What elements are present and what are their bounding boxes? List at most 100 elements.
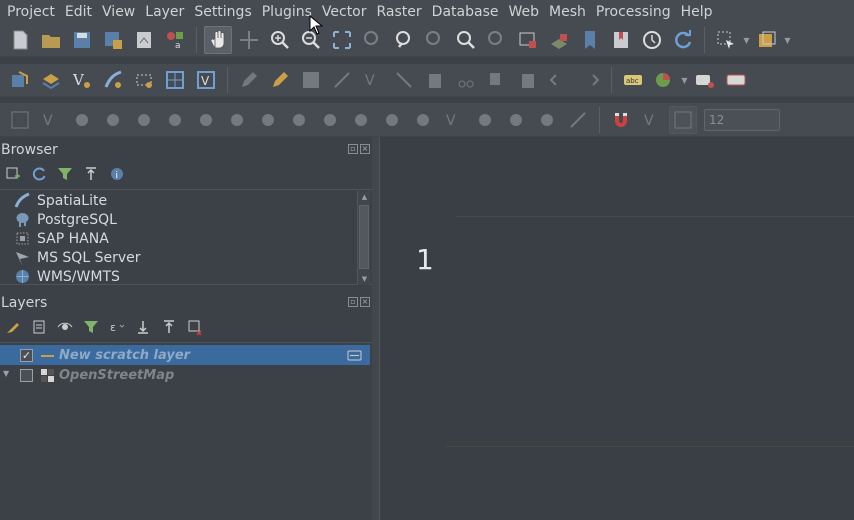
- fill-ring-icon[interactable]: [223, 106, 251, 134]
- menu-settings[interactable]: Settings: [189, 0, 256, 24]
- menu-project[interactable]: Project: [2, 0, 60, 24]
- browser-item-mssql[interactable]: MS SQL Server: [14, 248, 140, 267]
- bookmark-icon[interactable]: [576, 26, 604, 54]
- refresh-icon[interactable]: [30, 165, 48, 183]
- float-panel-icon[interactable]: ▫: [348, 297, 358, 307]
- panel-splitter[interactable]: [372, 137, 380, 520]
- label-highlight-icon[interactable]: [722, 66, 750, 94]
- diagram-options-icon[interactable]: [650, 66, 678, 94]
- open-project-icon[interactable]: [37, 26, 65, 54]
- filter-expression-icon[interactable]: ε: [108, 318, 126, 336]
- redo-icon[interactable]: [576, 66, 604, 94]
- vertex-tool-icon[interactable]: V: [359, 66, 387, 94]
- merge-features-icon[interactable]: V: [440, 106, 468, 134]
- simplify-icon[interactable]: [130, 106, 158, 134]
- info-icon[interactable]: i: [108, 165, 126, 183]
- add-group-icon[interactable]: [30, 318, 48, 336]
- split-features-icon[interactable]: [378, 106, 406, 134]
- new-temporary-layer-icon[interactable]: [130, 66, 158, 94]
- new-virtual-layer-icon[interactable]: [161, 66, 189, 94]
- new-3d-view-icon[interactable]: [545, 26, 573, 54]
- scroll-down-icon[interactable]: ▼: [358, 273, 371, 285]
- trim-extend-icon[interactable]: [564, 106, 592, 134]
- layer-row-openstreetmap[interactable]: ▼ OpenStreetMap: [0, 365, 370, 385]
- split-parts-icon[interactable]: [409, 106, 437, 134]
- add-feature-icon[interactable]: V: [37, 106, 65, 134]
- menu-database[interactable]: Database: [427, 0, 504, 24]
- pan-map-icon[interactable]: [204, 26, 232, 54]
- pan-to-selection-icon[interactable]: [235, 26, 263, 54]
- edit-icon[interactable]: [235, 66, 263, 94]
- save-project-icon[interactable]: [68, 26, 96, 54]
- new-project-icon[interactable]: [6, 26, 34, 54]
- add-selected-layers-icon[interactable]: [4, 165, 22, 183]
- toggle-editing-icon[interactable]: [266, 66, 294, 94]
- attributes-toolbar-icon[interactable]: [753, 26, 781, 54]
- advanced-digitizing-icon[interactable]: [6, 106, 34, 134]
- add-ring-icon[interactable]: [161, 106, 189, 134]
- zoom-selection-icon[interactable]: [359, 26, 387, 54]
- save-as-icon[interactable]: [99, 26, 127, 54]
- filter-icon[interactable]: [56, 165, 74, 183]
- manage-themes-icon[interactable]: [56, 318, 74, 336]
- expand-arrow-icon[interactable]: ▼: [3, 369, 9, 378]
- refresh-icon[interactable]: [669, 26, 697, 54]
- show-bookmarks-icon[interactable]: [607, 26, 635, 54]
- label-toolbar-icon[interactable]: abc: [619, 66, 647, 94]
- browser-scrollbar[interactable]: ▲ ▼: [357, 191, 370, 285]
- snapping-vertex-icon[interactable]: V: [638, 106, 666, 134]
- delete-part-icon[interactable]: [285, 106, 313, 134]
- close-panel-icon[interactable]: ×: [360, 297, 370, 307]
- layer-visibility-checkbox[interactable]: ✓: [20, 348, 33, 362]
- menu-vector[interactable]: Vector: [317, 0, 372, 24]
- print-layout-icon[interactable]: [130, 26, 158, 54]
- zoom-native-icon[interactable]: [421, 26, 449, 54]
- layer-visibility-checkbox[interactable]: [20, 368, 33, 382]
- offset-symbols-icon[interactable]: [533, 106, 561, 134]
- menu-edit[interactable]: Edit: [60, 0, 97, 24]
- chevron-down-icon[interactable]: ▼: [784, 26, 791, 54]
- paste-features-icon[interactable]: [514, 66, 542, 94]
- digitize-icon[interactable]: [328, 66, 356, 94]
- zoom-last-icon[interactable]: [452, 26, 480, 54]
- add-part-icon[interactable]: [192, 106, 220, 134]
- close-panel-icon[interactable]: ×: [360, 144, 370, 154]
- menu-plugins[interactable]: Plugins: [257, 0, 317, 24]
- scroll-up-icon[interactable]: ▲: [358, 191, 371, 203]
- chevron-down-icon[interactable]: ▼: [743, 26, 750, 54]
- style-manager-icon[interactable]: a: [161, 26, 189, 54]
- menu-web[interactable]: Web: [503, 0, 544, 24]
- zoom-next-icon[interactable]: [483, 26, 511, 54]
- merge-attributes-icon[interactable]: [471, 106, 499, 134]
- data-source-manager-icon[interactable]: [6, 66, 34, 94]
- menu-view[interactable]: View: [97, 0, 140, 24]
- zoom-full-icon[interactable]: [328, 26, 356, 54]
- menu-layer[interactable]: Layer: [140, 0, 189, 24]
- browser-item-wms[interactable]: WMS/WMTS: [14, 267, 120, 286]
- chevron-down-icon[interactable]: ▼: [681, 66, 688, 94]
- new-vector-layer-icon[interactable]: V: [68, 66, 96, 94]
- remove-layer-icon[interactable]: [186, 318, 204, 336]
- add-layer-icon[interactable]: [37, 66, 65, 94]
- identify-features-icon[interactable]: [712, 26, 740, 54]
- label-pin-icon[interactable]: [691, 66, 719, 94]
- menu-mesh[interactable]: Mesh: [544, 0, 591, 24]
- filter-legend-icon[interactable]: [82, 318, 100, 336]
- add-delimited-text-icon[interactable]: V: [192, 66, 220, 94]
- zoom-layer-icon[interactable]: [390, 26, 418, 54]
- reshape-icon[interactable]: [316, 106, 344, 134]
- browser-item-sap-hana[interactable]: SAP HANA: [14, 229, 109, 248]
- move-feature-icon[interactable]: [68, 106, 96, 134]
- modify-attributes-icon[interactable]: [390, 66, 418, 94]
- save-edits-icon[interactable]: [297, 66, 325, 94]
- menu-raster[interactable]: Raster: [372, 0, 427, 24]
- copy-features-icon[interactable]: [483, 66, 511, 94]
- cut-features-icon[interactable]: [452, 66, 480, 94]
- collapse-all-icon[interactable]: [82, 165, 100, 183]
- menu-processing[interactable]: Processing: [591, 0, 676, 24]
- new-spatialite-icon[interactable]: [99, 66, 127, 94]
- scroll-thumb[interactable]: [359, 205, 369, 269]
- layer-row-scratch[interactable]: ✓ New scratch layer: [0, 345, 370, 365]
- browser-item-spatialite[interactable]: SpatiaLite: [14, 191, 107, 210]
- collapse-all-icon[interactable]: [160, 318, 178, 336]
